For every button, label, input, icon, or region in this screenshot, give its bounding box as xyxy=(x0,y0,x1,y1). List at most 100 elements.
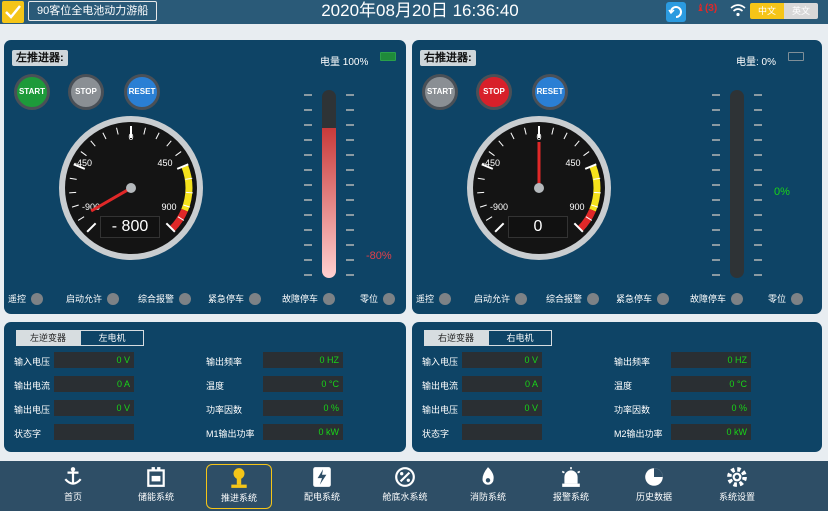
right-data-value: 0 HZ xyxy=(671,352,751,368)
right-data-label: 温度 xyxy=(614,381,633,391)
left-bar-tick xyxy=(346,259,354,261)
left-status-led xyxy=(323,292,336,305)
right-data-label: 输出频率 xyxy=(614,357,651,367)
tab-left-motor[interactable]: 左电机 xyxy=(80,330,144,346)
nav-label: 首页 xyxy=(63,492,82,502)
right-bar-tick xyxy=(754,94,762,96)
nav-propeller[interactable]: 推进系统 xyxy=(206,464,272,509)
language-switch[interactable]: 中文 英文 xyxy=(750,3,818,19)
left-bar-tick xyxy=(304,214,312,216)
wifi-icon xyxy=(730,3,746,22)
left-data-value: 0 °C xyxy=(263,376,343,392)
left-gauge-label: 450 xyxy=(157,158,172,168)
fire-icon xyxy=(482,467,494,485)
right-status-item: 故障停车 xyxy=(690,292,744,305)
left-bar-tick xyxy=(346,94,354,96)
right-data-value: 0 % xyxy=(671,400,751,416)
right-data-label: 输入电压 xyxy=(422,357,459,367)
left-battery-icon xyxy=(380,52,396,61)
left-data-value: 0 kW xyxy=(263,424,343,440)
left-inverter-panel: 左逆变器 左电机 输入电压 0 V 输出电流 0 A 输出电压 0 V 状态字 输出频率 0 H… xyxy=(4,322,406,452)
right-data-label: 输出电流 xyxy=(422,381,459,391)
left-thrust-bar-fill xyxy=(322,127,336,278)
right-status-label: 紧急停车 xyxy=(616,294,653,304)
right-bar-tick xyxy=(712,184,720,186)
left-bar-tick xyxy=(304,169,312,171)
left-bar-tick xyxy=(346,214,354,216)
right-status-label: 启动允许 xyxy=(474,294,511,304)
right-status-led xyxy=(731,292,744,305)
right-status-led xyxy=(515,292,528,305)
right-bar-tick xyxy=(712,244,720,246)
lang-chinese-button[interactable]: 中文 xyxy=(750,3,784,19)
left-data-value: 0 HZ xyxy=(263,352,343,368)
nav-anchor[interactable]: 首页 xyxy=(40,464,106,509)
nav-fire[interactable]: 消防系统 xyxy=(455,464,521,509)
left-bar-tick xyxy=(304,94,312,96)
top-bar: 90客位全电池动力游船 2020年08月20日 16:36:40 ♝(3) 中文… xyxy=(0,0,828,24)
right-gauge-label: -450 xyxy=(482,158,500,168)
right-reset-button[interactable]: RESET xyxy=(532,74,568,110)
right-bar-tick xyxy=(754,259,762,261)
nav-battery[interactable]: 储能系统 xyxy=(123,464,189,509)
right-bar-tick xyxy=(754,229,762,231)
right-bar-tick xyxy=(754,214,762,216)
refresh-icon[interactable] xyxy=(666,2,686,22)
left-status-label: 故障停车 xyxy=(282,294,319,304)
left-data-label: 输出频率 xyxy=(206,357,243,367)
right-status-led xyxy=(587,292,600,305)
left-status-item: 遥控 xyxy=(8,292,44,305)
left-start-button[interactable]: START xyxy=(14,74,50,110)
tab-right-motor[interactable]: 右电机 xyxy=(488,330,552,346)
left-data-value: 0 V xyxy=(54,400,134,416)
left-bar-tick xyxy=(304,139,312,141)
nav-lightning[interactable]: 配电系统 xyxy=(289,464,355,509)
left-status-item: 故障停车 xyxy=(282,292,336,305)
tab-left-inverter[interactable]: 左逆变器 xyxy=(16,330,80,346)
lightning-icon xyxy=(313,467,331,487)
left-status-label: 遥控 xyxy=(8,294,27,304)
nav-label: 推进系统 xyxy=(220,493,257,503)
left-status-led xyxy=(31,292,44,305)
nav-siren[interactable]: 报警系统 xyxy=(538,464,604,509)
left-bar-tick xyxy=(304,124,312,126)
right-bar-tick xyxy=(712,199,720,201)
right-bar-tick xyxy=(712,274,720,276)
right-bar-tick xyxy=(712,259,720,261)
left-status-led xyxy=(249,292,262,305)
left-data-label: 输入电压 xyxy=(14,357,51,367)
left-status-label: 启动允许 xyxy=(66,294,103,304)
battery-icon xyxy=(147,467,165,487)
propeller-icon xyxy=(231,468,247,488)
right-stop-button[interactable]: STOP xyxy=(476,74,512,110)
nav-percent[interactable]: 舱底水系统 xyxy=(372,464,438,509)
left-bar-tick xyxy=(346,139,354,141)
left-bar-percent: -80% xyxy=(366,250,392,262)
lang-english-button[interactable]: 英文 xyxy=(784,3,818,19)
pie-chart-icon xyxy=(645,468,663,486)
right-battery-icon xyxy=(788,52,804,61)
right-bar-tick xyxy=(754,124,762,126)
left-status-item: 紧急停车 xyxy=(208,292,262,305)
right-status-label: 零位 xyxy=(768,294,787,304)
nav-label: 系统设置 xyxy=(718,492,755,502)
left-bar-tick xyxy=(346,244,354,246)
right-start-button[interactable]: START xyxy=(422,74,458,110)
left-bar-tick xyxy=(304,199,312,201)
tab-right-inverter[interactable]: 右逆变器 xyxy=(424,330,488,346)
right-bar-tick xyxy=(712,214,720,216)
left-bar-tick xyxy=(346,124,354,126)
left-bar-tick xyxy=(346,229,354,231)
left-stop-button[interactable]: STOP xyxy=(68,74,104,110)
left-reset-button[interactable]: RESET xyxy=(124,74,160,110)
alarm-count: (3) xyxy=(704,3,718,14)
right-data-value: 0 V xyxy=(462,352,542,368)
left-status-label: 零位 xyxy=(360,294,379,304)
left-bar-tick xyxy=(346,169,354,171)
left-data-label: 输出电压 xyxy=(14,405,51,415)
nav-gear[interactable]: 系统设置 xyxy=(704,464,770,509)
right-thrust-bar xyxy=(730,90,744,278)
siren-icon xyxy=(561,467,581,487)
alarm-indicator[interactable]: ♝(3) xyxy=(696,3,717,14)
nav-pie-chart[interactable]: 历史数据 xyxy=(621,464,687,509)
